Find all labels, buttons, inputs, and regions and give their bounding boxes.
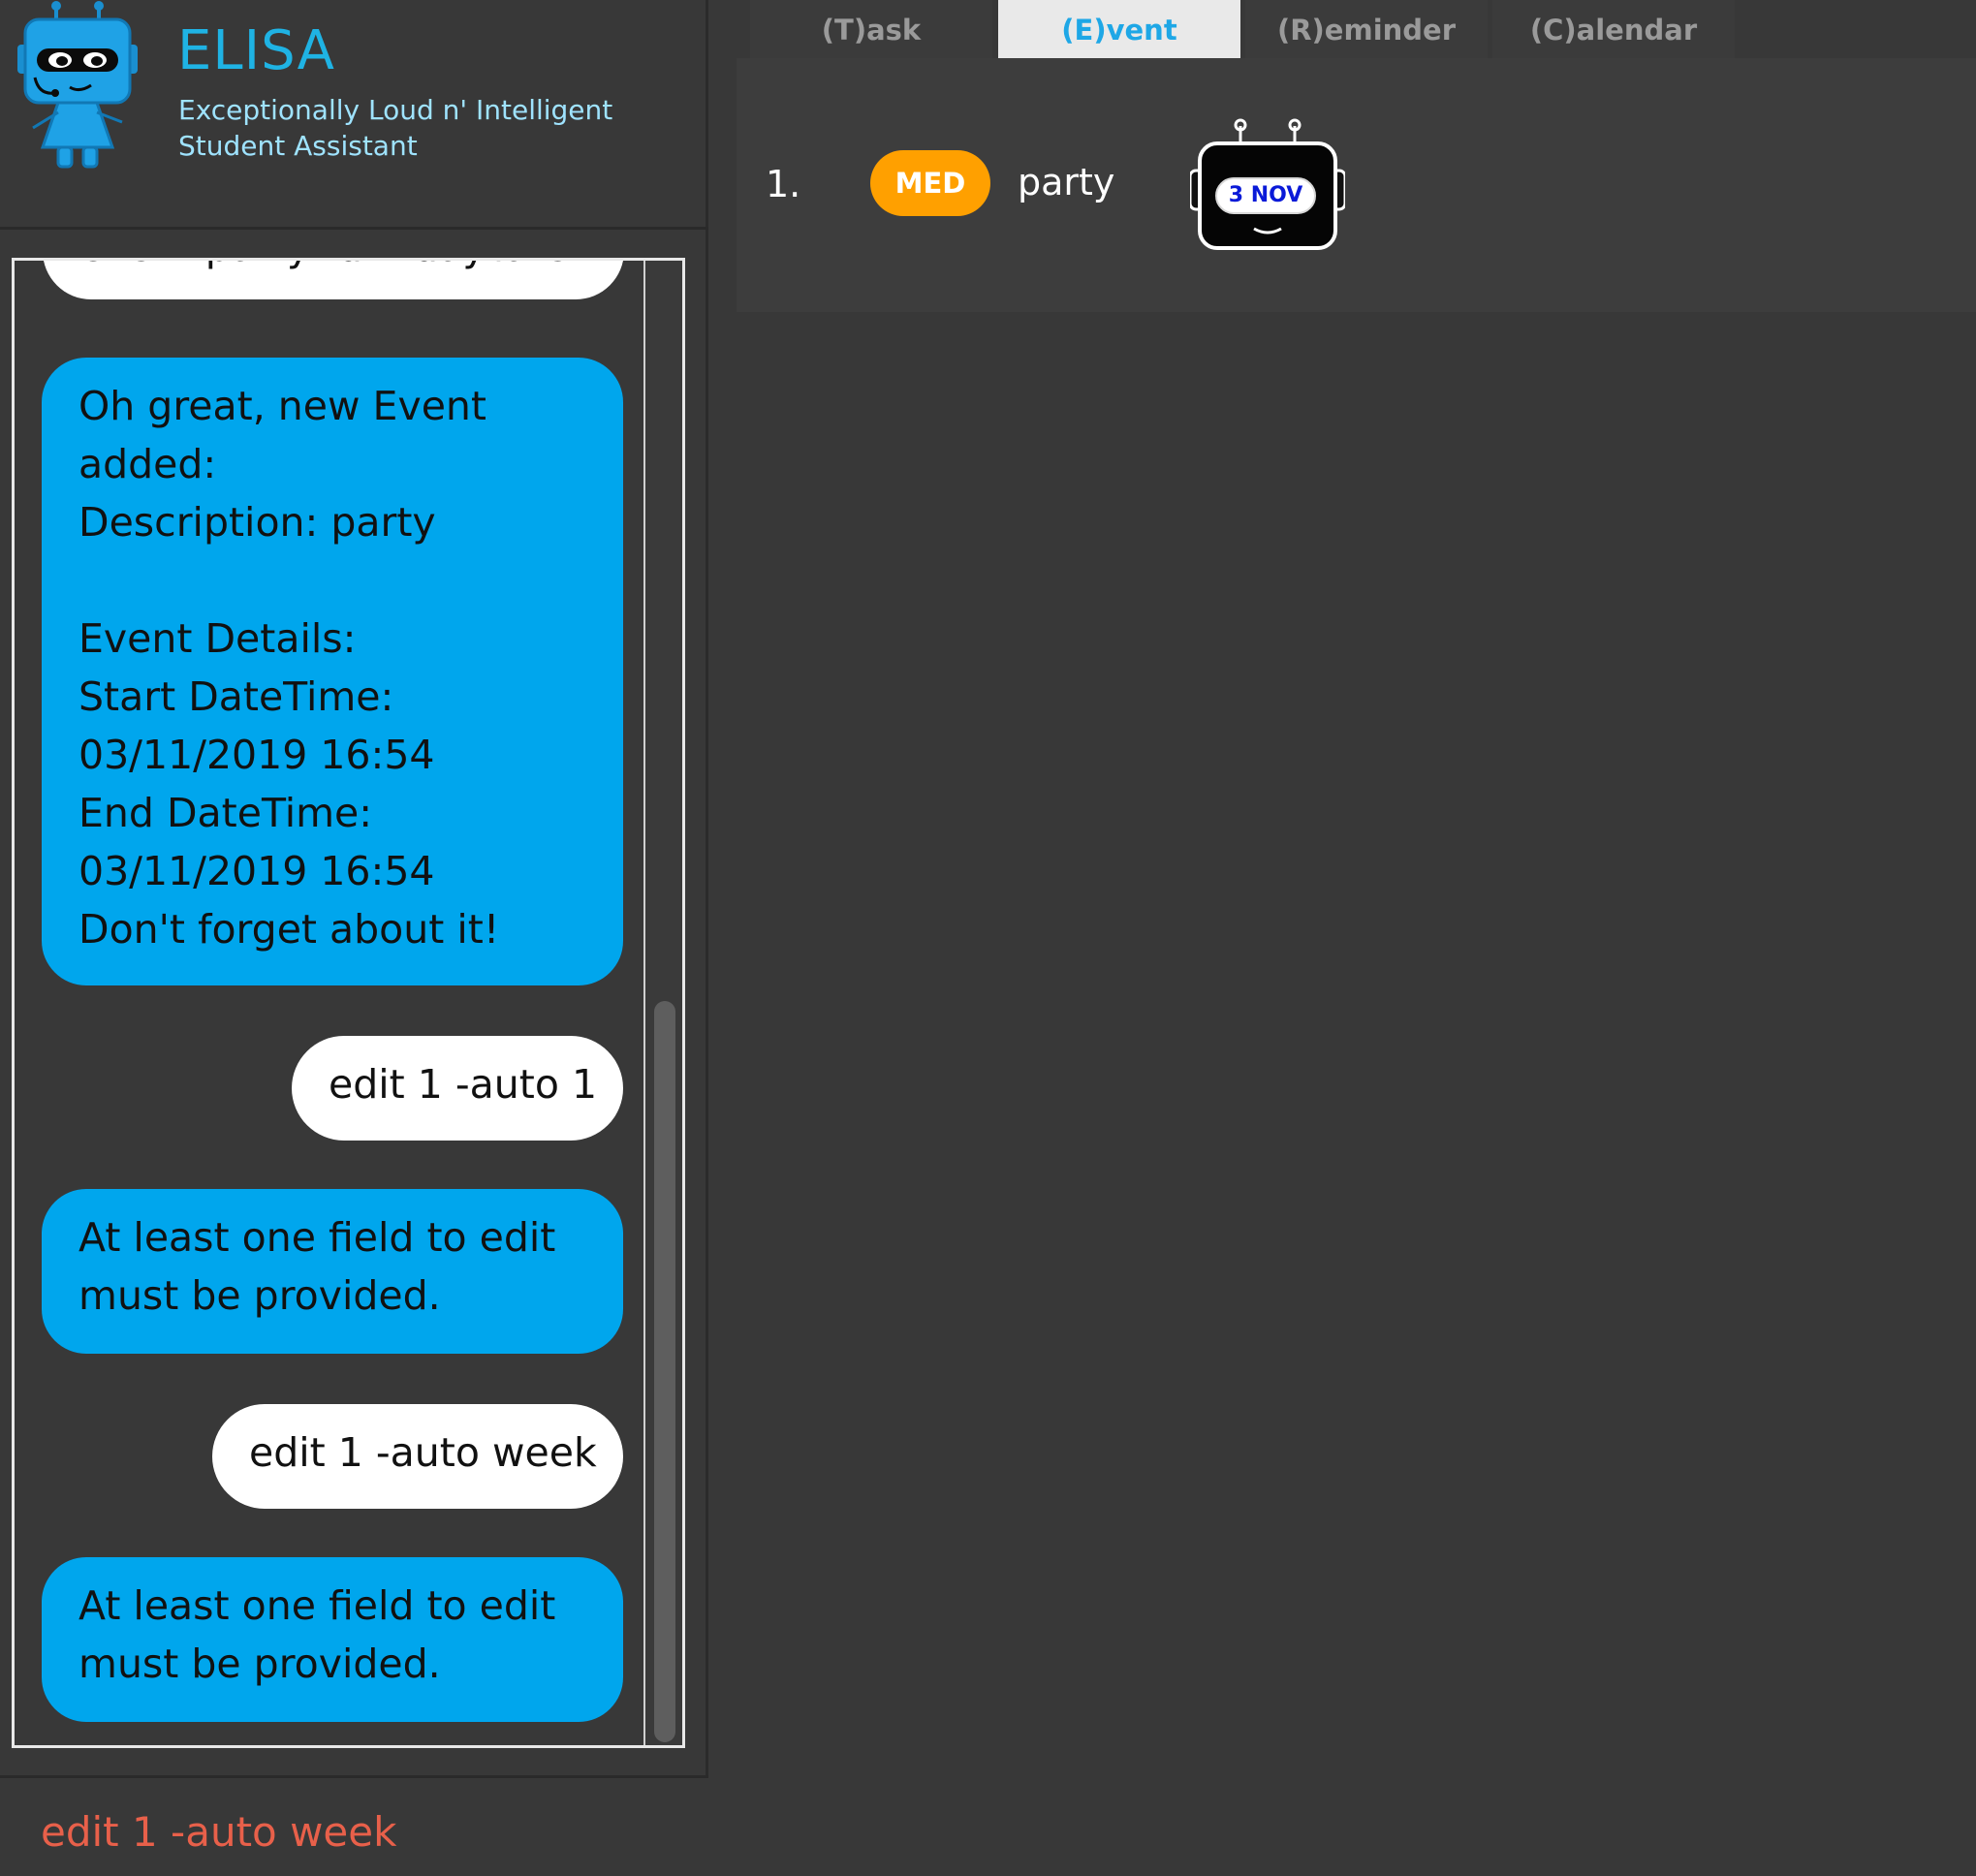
tab-event[interactable]: (E)vent: [998, 0, 1240, 58]
event-date: 3 NOV: [1228, 183, 1303, 207]
tab-calendar[interactable]: (C)alendar: [1492, 0, 1735, 58]
bot-message-line: 03/11/2019 16:54: [78, 848, 435, 894]
bot-message: Oh great, new Event added: Description: …: [42, 358, 623, 985]
event-description: party: [1018, 161, 1115, 203]
bot-message-line: At least one field to edit: [78, 1214, 556, 1261]
tab-bar: (T)ask (E)vent (R)eminder (C)alendar: [750, 0, 1976, 58]
chat-panel: ELISA Exceptionally Loud n' Intelligent …: [0, 0, 708, 1876]
tab-task[interactable]: (T)ask: [750, 0, 992, 58]
chat-scrollbar-thumb[interactable]: [654, 1001, 675, 1742]
chat-window[interactable]: event party -d 2.day.later Oh great, new…: [12, 258, 685, 1748]
app-header: ELISA Exceptionally Loud n' Intelligent …: [0, 0, 708, 230]
bot-message-line: End DateTime:: [78, 790, 373, 836]
user-message-text: edit 1 -auto week: [249, 1429, 597, 1476]
user-message: edit 1 -auto week: [212, 1404, 623, 1509]
user-message: edit 1 -auto 1: [292, 1036, 623, 1141]
bot-message-line: added:: [78, 441, 217, 487]
bot-message-line: 03/11/2019 16:54: [78, 732, 435, 778]
bot-message-line: At least one field to edit: [78, 1582, 556, 1629]
user-message-text: event party -d 2.day.later: [79, 261, 587, 276]
bot-message-line: Oh great, new Event: [78, 383, 486, 429]
chat-messages[interactable]: event party -d 2.day.later Oh great, new…: [15, 261, 646, 1745]
tab-reminder[interactable]: (R)eminder: [1245, 0, 1488, 58]
bot-message: At least one field to edit must be provi…: [42, 1557, 623, 1722]
bot-message-line: Event Details:: [78, 615, 357, 662]
command-bar: [0, 1775, 708, 1876]
bot-message-line: must be provided.: [78, 1272, 441, 1319]
user-message-text: edit 1 -auto 1: [329, 1061, 598, 1108]
app-title: ELISA: [177, 19, 335, 82]
date-badge: 3 NOV: [1188, 118, 1347, 254]
event-list: 1. MED party 3 NOV: [737, 58, 1976, 312]
event-index: 1.: [766, 163, 801, 205]
user-message: event party -d 2.day.later: [43, 261, 624, 299]
bot-message-line: Start DateTime:: [78, 673, 394, 720]
bot-message-line: Description: party: [78, 499, 436, 546]
command-input[interactable]: [29, 1798, 688, 1865]
list-panel: (T)ask (E)vent (R)eminder (C)alendar 1. …: [711, 0, 1976, 1876]
elisa-robot-logo-icon: [17, 1, 138, 169]
app-subtitle: Exceptionally Loud n' Intelligent Studen…: [178, 92, 682, 164]
bot-message: At least one field to edit must be provi…: [42, 1189, 623, 1354]
bot-message-line: must be provided.: [78, 1641, 441, 1687]
app-subtitle-line-1: Exceptionally Loud n' Intelligent: [178, 94, 613, 126]
app-subtitle-line-2: Student Assistant: [178, 130, 418, 162]
chat-scrollbar[interactable]: [643, 261, 682, 1745]
priority-badge: MED: [870, 150, 990, 216]
bot-message-line: Don't forget about it!: [78, 906, 500, 953]
